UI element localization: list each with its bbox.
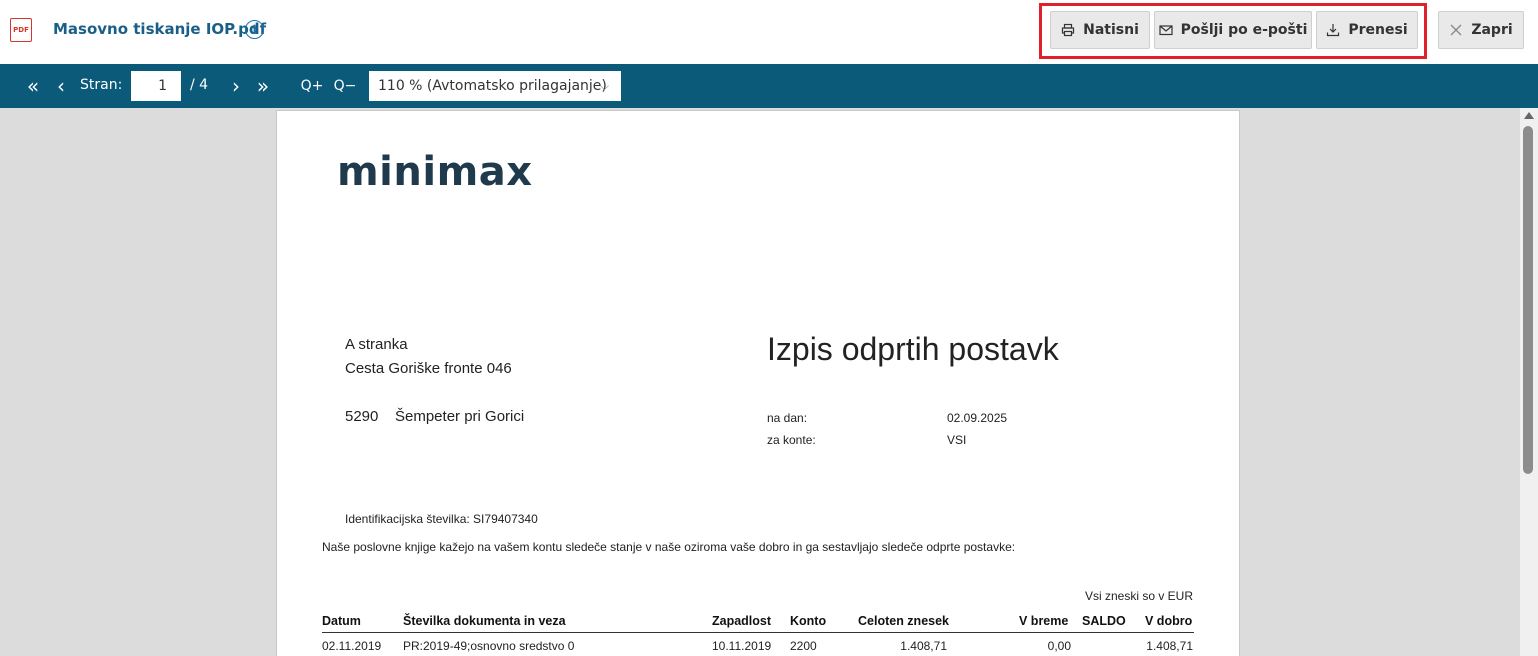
col-header-total: Celoten znesek (858, 614, 950, 628)
send-email-button-label: Pošlji po e-pošti (1180, 22, 1308, 38)
pdf-toolbar: « ‹ Stran: / 4 › » Q+ Q− 110 % (Avtomats… (0, 64, 1538, 108)
vertical-scrollbar[interactable] (1520, 108, 1538, 656)
col-header-account: Konto (790, 614, 827, 628)
zoom-in-icon[interactable]: Q+ (298, 64, 326, 108)
close-button[interactable]: Zapri (1438, 11, 1524, 49)
table-cell-date: 02.11.2019 (322, 639, 382, 653)
table-header-divider (322, 632, 1194, 633)
currency-note: Vsi zneski so v EUR (1084, 589, 1193, 603)
viewer-header: PDF Masovno tiskanje IOP.pdf i Natisni P… (0, 0, 1538, 64)
pdf-file-icon: PDF (10, 18, 32, 42)
date-label: na dan: (767, 411, 808, 425)
download-button[interactable]: Prenesi (1316, 11, 1418, 49)
download-button-label: Prenesi (1348, 22, 1408, 38)
pdf-viewer-area[interactable]: minimax A stranka Cesta Goriške fronte 0… (0, 108, 1520, 656)
close-button-label: Zapri (1471, 22, 1513, 38)
page-total: / 4 (190, 77, 209, 93)
col-header-debit: V breme (1019, 614, 1069, 628)
recipient-postal-code: 5290 (345, 408, 379, 425)
zoom-select[interactable]: 110 % (Avtomatsko prilagajanje) ⌵ (369, 71, 621, 101)
last-page-icon[interactable]: » (252, 64, 274, 108)
recipient-street: Cesta Goriške fronte 046 (345, 360, 512, 377)
chevron-down-icon: ⌵ (599, 79, 609, 93)
table-cell-credit: 1.408,71 (1146, 639, 1193, 653)
first-page-icon[interactable]: « (20, 64, 46, 108)
col-header-due: Zapadlost (712, 614, 772, 628)
print-button-label: Natisni (1083, 22, 1139, 38)
date-value: 02.09.2025 (947, 411, 1008, 425)
intro-text: Naše poslovne knjige kažejo na vašem kon… (322, 540, 1016, 554)
send-email-button[interactable]: Pošlji po e-pošti (1154, 11, 1312, 49)
zoom-select-value: 110 % (Avtomatsko prilagajanje) (378, 78, 607, 94)
download-icon (1327, 24, 1340, 37)
print-button[interactable]: Natisni (1050, 11, 1150, 49)
accounts-value: VSI (947, 433, 967, 447)
accounts-label: za konte: (767, 433, 816, 447)
printer-icon (1062, 23, 1075, 37)
col-header-credit: V dobro (1145, 614, 1193, 628)
info-icon[interactable]: i (245, 20, 264, 39)
scroll-up-icon[interactable] (1524, 112, 1534, 119)
table-cell-account: 2200 (790, 639, 817, 653)
col-header-saldo: SALDO (1082, 614, 1126, 628)
table-cell-debit: 0,00 (1047, 639, 1071, 653)
scroll-thumb[interactable] (1523, 126, 1533, 474)
col-header-doc: Številka dokumenta in veza (403, 614, 566, 628)
table-cell-total: 1.408,71 (900, 639, 947, 653)
prev-page-icon[interactable]: ‹ (50, 64, 72, 108)
table-cell-doc: PR:2019-49;osnovno sredstvo 0 (403, 639, 575, 653)
pdf-page: minimax A stranka Cesta Goriške fronte 0… (276, 110, 1240, 656)
envelope-icon (1159, 25, 1173, 36)
minimax-logo: minimax (337, 149, 533, 195)
close-icon (1450, 24, 1462, 36)
table-cell-due: 10.11.2019 (712, 639, 772, 653)
file-title: Masovno tiskanje IOP.pdf (53, 20, 267, 38)
recipient-name: A stranka (345, 336, 408, 353)
page-number-input[interactable] (131, 71, 181, 101)
next-page-icon[interactable]: › (226, 64, 246, 108)
document-title: Izpis odprtih postavk (767, 331, 1059, 367)
page-label: Stran: (80, 77, 123, 93)
recipient-city: Šempeter pri Gorici (395, 408, 525, 425)
zoom-out-icon[interactable]: Q− (331, 64, 359, 108)
id-number: Identifikacijska številka: SI79407340 (345, 512, 538, 526)
col-header-date: Datum (322, 614, 361, 628)
